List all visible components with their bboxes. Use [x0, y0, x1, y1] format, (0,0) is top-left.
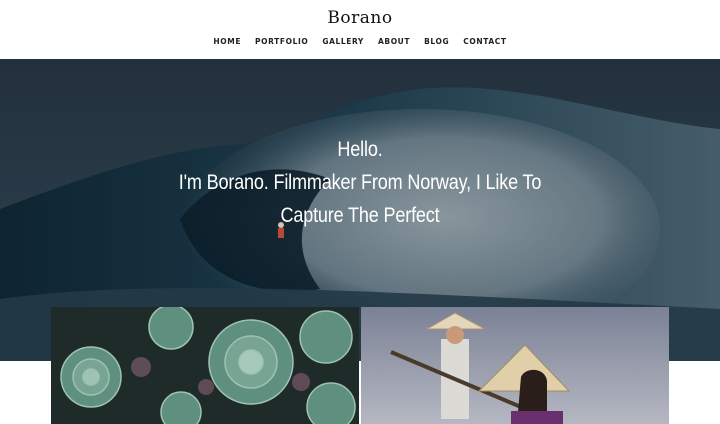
nav-item-blog[interactable]: BLOG: [417, 37, 456, 46]
hero-greeting: Hello.: [337, 138, 383, 161]
nav-item-home[interactable]: HOME: [206, 37, 248, 46]
site-header: Borano HOME PORTFOLIO GALLERY ABOUT BLOG…: [0, 0, 720, 59]
main-nav: HOME PORTFOLIO GALLERY ABOUT BLOG CONTAC…: [0, 37, 720, 46]
nav-item-portfolio[interactable]: PORTFOLIO: [248, 37, 315, 46]
portrait-image: [361, 307, 669, 424]
nav-item-contact[interactable]: CONTACT: [456, 37, 513, 46]
nav-item-gallery[interactable]: GALLERY: [315, 37, 371, 46]
site-logo[interactable]: Borano: [0, 8, 720, 28]
nav-item-about[interactable]: ABOUT: [371, 37, 417, 46]
gallery-card-succulents[interactable]: [51, 307, 359, 424]
succulent-image: [51, 307, 359, 424]
hero-heading: Hello. I'm Borano. Filmmaker From Norway…: [50, 133, 669, 232]
hero-tagline-line1: I'm Borano. Filmmaker From Norway, I Lik…: [178, 171, 542, 194]
gallery-card-portrait[interactable]: [361, 307, 669, 424]
hero-tagline-line2: Capture The Perfect: [280, 204, 440, 227]
